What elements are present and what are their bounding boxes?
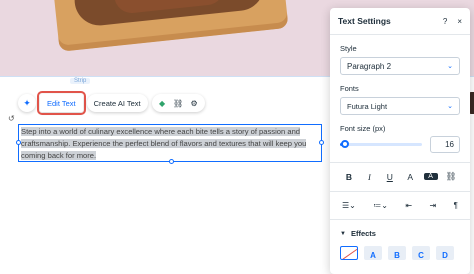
effects-label: Effects	[350, 229, 376, 238]
toolbar-icon-group: ◆ ⛓ ⚙	[151, 94, 205, 112]
resize-handle-right[interactable]	[319, 140, 324, 145]
style-label: Style	[340, 44, 357, 53]
font-select[interactable]: Futura Light ⌄	[340, 97, 460, 115]
effects-options: A B C D	[340, 246, 460, 260]
slider-handle[interactable]	[341, 140, 350, 148]
effect-none[interactable]	[340, 246, 358, 260]
style-value: Paragraph 2	[347, 61, 392, 71]
panel-header: Text Settings ? ×	[330, 8, 470, 35]
triangle-down-icon: ▼	[340, 230, 346, 237]
strip-tag: Strip	[70, 78, 91, 84]
resize-handle-left[interactable]	[16, 140, 21, 145]
effect-option[interactable]: C	[412, 246, 430, 260]
font-size-input[interactable]: 16	[430, 136, 460, 153]
animation-icon[interactable]: ◆	[157, 99, 168, 108]
link-icon[interactable]: ⛓	[444, 171, 458, 182]
element-toolbar: ✦ Edit Text Create AI Text ◆ ⛓ ⚙	[18, 91, 205, 115]
food-image	[51, 0, 289, 52]
panel-title: Text Settings	[338, 16, 391, 26]
text-color-button[interactable]: A	[403, 172, 417, 182]
paragraph-text[interactable]: Step into a world of culinary excellence…	[21, 126, 321, 162]
settings-icon[interactable]: ⚙	[189, 99, 200, 108]
link-icon[interactable]: ⛓	[173, 99, 184, 108]
italic-button[interactable]: I	[362, 172, 376, 182]
font-value: Futura Light	[347, 101, 388, 111]
font-size-slider[interactable]	[340, 140, 422, 148]
indent-increase-icon[interactable]: ⇥	[430, 201, 437, 210]
chevron-down-icon: ⌄	[447, 63, 453, 70]
underline-button[interactable]: U	[383, 172, 397, 182]
effect-option[interactable]: D	[436, 246, 454, 260]
highlight-color-button[interactable]: A	[423, 173, 438, 180]
fonts-label: Fonts	[340, 84, 359, 93]
effect-option[interactable]: A	[364, 246, 382, 260]
rotate-icon[interactable]: ↺	[8, 114, 15, 123]
sparkle-icon[interactable]: ✦	[18, 94, 36, 112]
create-ai-text-button[interactable]: Create AI Text	[86, 94, 148, 112]
format-row: B I U A A ⛓	[340, 171, 460, 182]
align-left-icon[interactable]: ☰⌄	[342, 201, 356, 210]
selected-text-box[interactable]: Step into a world of culinary excellence…	[16, 124, 324, 164]
effects-section[interactable]: ▼ Effects	[340, 229, 460, 238]
text-direction-icon[interactable]: ¶	[454, 201, 458, 210]
edit-text-button[interactable]: Edit Text	[37, 91, 86, 115]
close-icon[interactable]: ×	[457, 17, 462, 26]
list-icon[interactable]: ≔⌄	[373, 201, 388, 210]
help-icon[interactable]: ?	[443, 17, 447, 26]
chevron-down-icon: ⌄	[447, 103, 453, 110]
alignment-row: ☰⌄ ≔⌄ ⇤ ⇥ ¶	[340, 201, 460, 210]
font-size-label: Font size (px)	[340, 124, 386, 133]
resize-handle-bottom[interactable]	[169, 159, 174, 164]
bold-button[interactable]: B	[342, 172, 356, 182]
effect-option[interactable]: B	[388, 246, 406, 260]
text-settings-panel: Text Settings ? × Style Paragraph 2 ⌄ Fo…	[330, 8, 470, 274]
style-select[interactable]: Paragraph 2 ⌄	[340, 57, 460, 75]
indent-decrease-icon[interactable]: ⇤	[405, 201, 412, 210]
